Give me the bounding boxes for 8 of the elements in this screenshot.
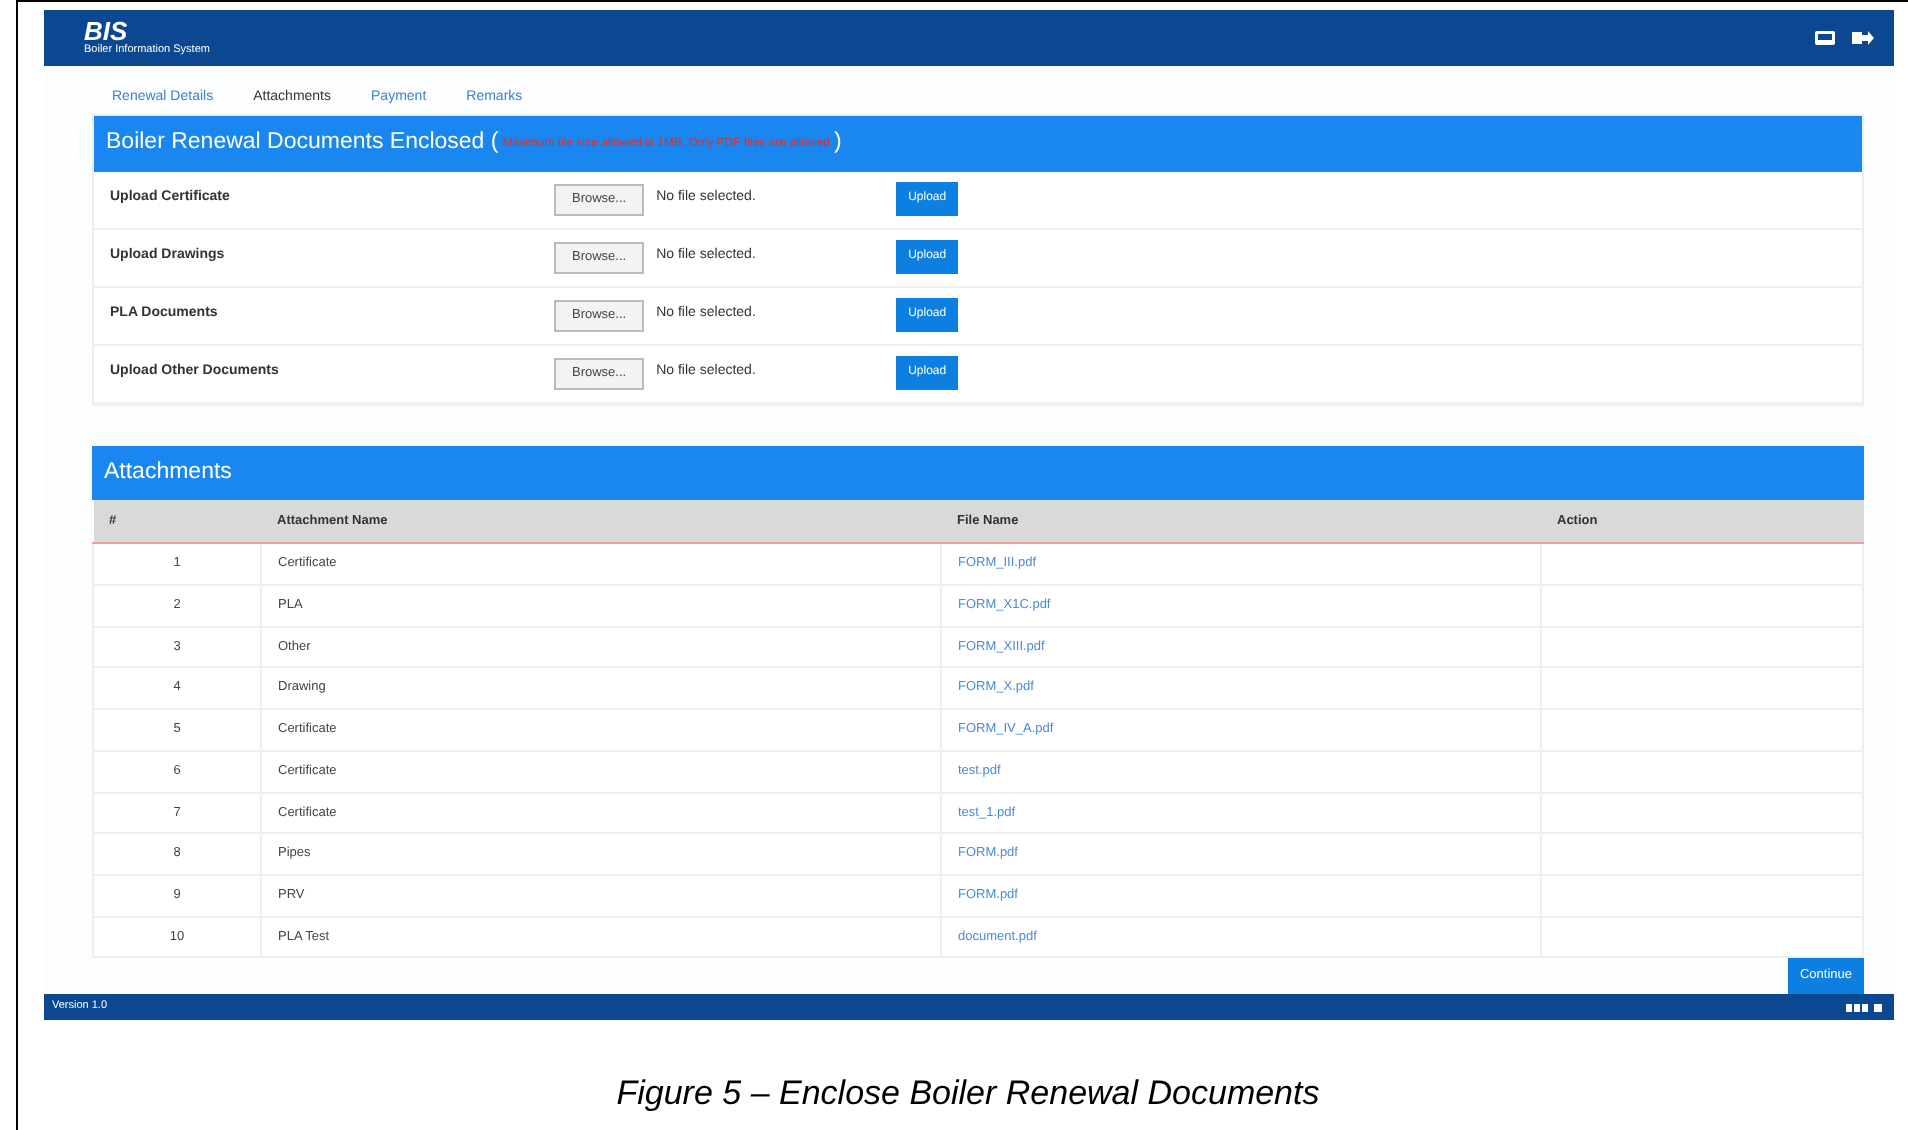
panel-title: Boiler Renewal Documents Enclosed (	[106, 128, 499, 159]
panel-title: )	[833, 128, 842, 159]
logout-icon[interactable]	[1852, 29, 1874, 46]
logo: BIS	[84, 18, 128, 45]
inbox-icon[interactable]	[1814, 29, 1836, 46]
figure-caption: Figure 5 – Enclose Boiler Renewal Documents	[614, 1072, 1322, 1116]
panel-title: Attachments	[104, 457, 232, 488]
status-icon	[1846, 1001, 1882, 1014]
